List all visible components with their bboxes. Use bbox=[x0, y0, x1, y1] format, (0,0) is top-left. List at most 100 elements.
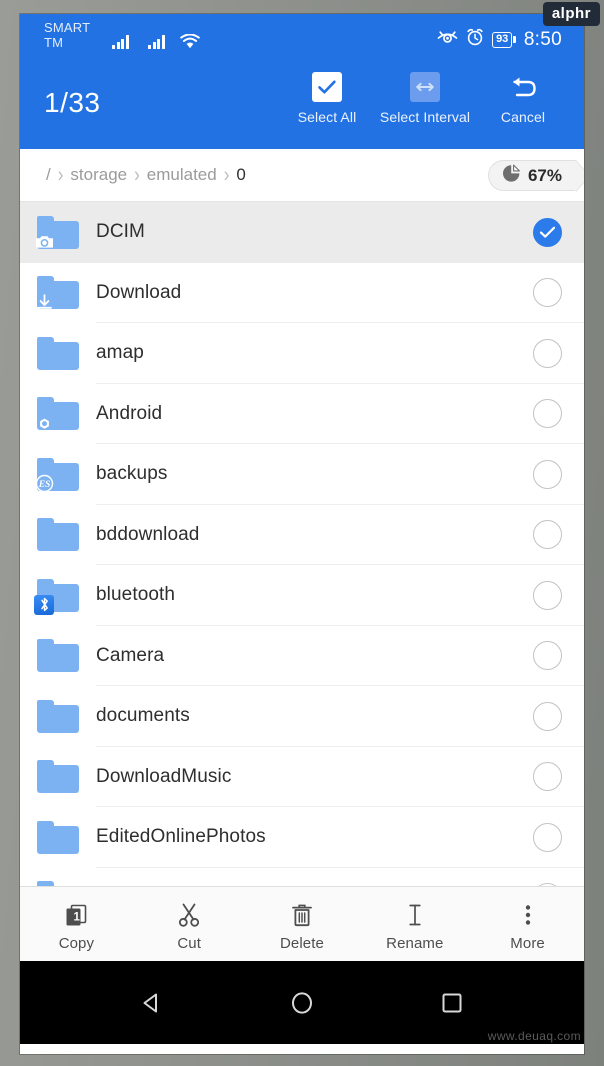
row-checkbox-wrap[interactable] bbox=[510, 580, 584, 610]
rename-label: Rename bbox=[386, 934, 444, 952]
svg-text:ES: ES bbox=[37, 480, 50, 490]
checkbox-unchecked-icon[interactable] bbox=[532, 762, 562, 792]
breadcrumb-crumb-storage[interactable]: storage bbox=[66, 165, 131, 185]
folder-icon-wrap bbox=[20, 336, 96, 370]
folder-icon-wrap bbox=[20, 699, 96, 733]
folder-icon bbox=[37, 699, 79, 733]
file-row[interactable]: bluetooth bbox=[20, 565, 584, 626]
folder-name-label: DCIM bbox=[96, 221, 145, 243]
folder-name-label: DownloadMusic bbox=[96, 765, 232, 787]
checkbox-unchecked-icon[interactable] bbox=[532, 701, 562, 731]
row-checkbox-wrap[interactable] bbox=[510, 762, 584, 792]
folder-icon bbox=[37, 518, 79, 552]
folder-name-label: EditedOnlinePhotos bbox=[96, 826, 266, 848]
eye-icon bbox=[437, 29, 458, 50]
file-row[interactable]: Download bbox=[20, 262, 584, 323]
selection-action-bar: 1/33 Select All Select Interval Cancel bbox=[20, 64, 584, 149]
folder-icon-wrap bbox=[20, 578, 96, 615]
folder-name-label: documents bbox=[96, 705, 190, 727]
file-row[interactable]: DCIM bbox=[20, 202, 584, 263]
checkbox-unchecked-icon[interactable] bbox=[532, 520, 562, 550]
folder-icon bbox=[34, 397, 79, 433]
clock-label: 8:50 bbox=[523, 28, 562, 50]
recents-square-icon[interactable] bbox=[437, 988, 467, 1018]
file-row[interactable]: documents bbox=[20, 686, 584, 747]
row-checkbox-wrap[interactable] bbox=[510, 278, 584, 308]
camera-icon bbox=[34, 232, 54, 252]
row-checkbox-wrap[interactable] bbox=[510, 822, 584, 852]
checkbox-unchecked-icon[interactable] bbox=[532, 278, 562, 308]
file-row[interactable]: amap bbox=[20, 323, 584, 384]
pie-chart-icon bbox=[502, 164, 521, 188]
folder-icon bbox=[37, 639, 79, 673]
select-all-label: Select All bbox=[297, 109, 357, 125]
folder-name-label: backups bbox=[96, 463, 168, 485]
rename-button[interactable]: Rename bbox=[358, 897, 471, 952]
breadcrumb-crumb-0[interactable]: 0 bbox=[232, 165, 249, 185]
copy-label: Copy bbox=[58, 934, 95, 952]
file-row[interactable]: EditedOnlinePhotos bbox=[20, 807, 584, 868]
row-checkbox-wrap[interactable] bbox=[510, 399, 584, 429]
delete-button[interactable]: Delete bbox=[246, 897, 359, 952]
folder-name-label: amap bbox=[96, 342, 144, 364]
more-label: More bbox=[510, 934, 545, 952]
folder-icon bbox=[37, 336, 79, 370]
row-checkbox-wrap[interactable] bbox=[510, 217, 584, 247]
folder-icon-wrap: ES bbox=[20, 457, 96, 494]
back-triangle-icon[interactable] bbox=[137, 988, 167, 1018]
status-bar: SMART TM 93 8:50 bbox=[20, 14, 584, 64]
copy-button[interactable]: 1 Copy bbox=[20, 897, 133, 952]
select-interval-button[interactable]: Select Interval bbox=[376, 72, 474, 125]
folder-icon-wrap bbox=[20, 820, 96, 854]
cancel-label: Cancel bbox=[500, 109, 546, 125]
file-row[interactable]: ES backups bbox=[20, 444, 584, 505]
overflow-dots-icon bbox=[514, 899, 542, 931]
row-checkbox-wrap[interactable] bbox=[510, 701, 584, 731]
breadcrumb-crumb-emulated[interactable]: emulated bbox=[143, 165, 221, 185]
file-row[interactable]: Camera bbox=[20, 625, 584, 686]
folder-name-label: bluetooth bbox=[96, 584, 176, 606]
alphr-logo-watermark: alphr bbox=[542, 2, 600, 26]
row-checkbox-wrap[interactable] bbox=[510, 459, 584, 489]
row-checkbox-wrap[interactable] bbox=[510, 641, 584, 671]
folder-name-label: Camera bbox=[96, 644, 165, 666]
file-row[interactable]: Android bbox=[20, 383, 584, 444]
gear-icon bbox=[34, 413, 54, 433]
more-button[interactable]: More bbox=[471, 897, 584, 952]
row-checkbox-wrap[interactable] bbox=[510, 520, 584, 550]
site-watermark: www.deuaq.com bbox=[487, 1029, 581, 1043]
breadcrumb-crumb-[interactable]: / bbox=[42, 165, 55, 185]
checkmark-icon bbox=[312, 72, 342, 102]
storage-usage-badge[interactable]: 67% bbox=[487, 160, 576, 191]
folder-icon bbox=[37, 760, 79, 794]
bottom-toolbar: 1 Copy Cut Delete Rename More bbox=[20, 886, 584, 961]
status-icons-group: 93 8:50 bbox=[437, 28, 562, 51]
battery-level-label: 93 bbox=[492, 31, 513, 48]
checkbox-unchecked-icon[interactable] bbox=[532, 580, 562, 610]
breadcrumb-separator: › bbox=[57, 162, 64, 187]
checkbox-unchecked-icon[interactable] bbox=[532, 459, 562, 489]
file-list[interactable]: DCIM Download amap Android ES backups bddownlo… bbox=[20, 202, 584, 886]
phone-screen: SMART TM 93 8:50 1/33 Select All Select … bbox=[20, 14, 584, 1054]
breadcrumb-separator: › bbox=[134, 162, 140, 187]
breadcrumb: / › storage › emulated › 0 bbox=[20, 162, 250, 187]
cut-button[interactable]: Cut bbox=[133, 897, 246, 952]
checkbox-checked-icon[interactable] bbox=[532, 217, 562, 247]
checkbox-unchecked-icon[interactable] bbox=[532, 399, 562, 429]
file-row[interactable]: bddownload bbox=[20, 504, 584, 565]
cancel-button[interactable]: Cancel bbox=[474, 72, 572, 125]
row-checkbox-wrap[interactable] bbox=[510, 338, 584, 368]
carrier-line-2: TM bbox=[44, 35, 64, 50]
file-row[interactable]: Geetest bbox=[20, 867, 584, 886]
select-interval-label: Select Interval bbox=[379, 109, 471, 125]
select-all-button[interactable]: Select All bbox=[278, 72, 376, 125]
home-circle-icon[interactable] bbox=[287, 988, 317, 1018]
checkbox-unchecked-icon[interactable] bbox=[532, 338, 562, 368]
wifi-icon bbox=[180, 33, 200, 54]
file-row[interactable]: DownloadMusic bbox=[20, 746, 584, 807]
es-file-explorer-icon: ES bbox=[34, 474, 54, 494]
breadcrumb-bar: / › storage › emulated › 0 67% bbox=[20, 149, 584, 202]
checkbox-unchecked-icon[interactable] bbox=[532, 822, 562, 852]
delete-label: Delete bbox=[280, 934, 324, 952]
checkbox-unchecked-icon[interactable] bbox=[532, 641, 562, 671]
